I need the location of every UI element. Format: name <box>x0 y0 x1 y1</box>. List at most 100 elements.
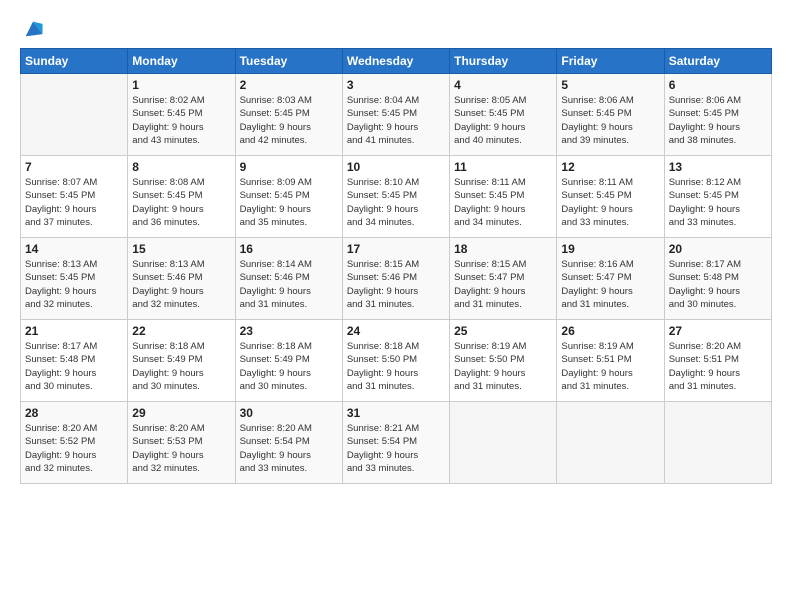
weekday-monday: Monday <box>128 49 235 74</box>
day-cell: 24 Sunrise: 8:18 AM Sunset: 5:50 PM Dayli… <box>342 320 449 402</box>
logo-icon <box>22 18 44 40</box>
day-number: 6 <box>669 78 767 92</box>
day-cell: 2Sunrise: 8:03 AM Sunset: 5:45 PM Daylig… <box>235 74 342 156</box>
week-row-2: 14 Sunrise: 8:13 AM Sunset: 5:45 PM Dayli… <box>21 238 772 320</box>
day-number: 18 <box>454 242 552 256</box>
day-cell: 21 Sunrise: 8:17 AM Sunset: 5:48 PM Dayli… <box>21 320 128 402</box>
week-row-1: 7Sunrise: 8:07 AM Sunset: 5:45 PM Daylig… <box>21 156 772 238</box>
page: SundayMondayTuesdayWednesdayThursdayFrid… <box>0 0 792 612</box>
day-number: 26 <box>561 324 659 338</box>
day-cell <box>664 402 771 484</box>
day-number: 24 <box>347 324 445 338</box>
day-cell: 19 Sunrise: 8:16 AM Sunset: 5:47 PM Dayli… <box>557 238 664 320</box>
day-number: 25 <box>454 324 552 338</box>
day-cell <box>557 402 664 484</box>
day-number: 13 <box>669 160 767 174</box>
weekday-saturday: Saturday <box>664 49 771 74</box>
day-info: Sunrise: 8:04 AM Sunset: 5:45 PM Dayligh… <box>347 94 445 147</box>
day-info: Sunrise: 8:02 AM Sunset: 5:45 PM Dayligh… <box>132 94 230 147</box>
day-info: Sunrise: 8:10 AM Sunset: 5:45 PM Dayligh… <box>347 176 445 229</box>
day-cell: 26Sunrise: 8:19 AM Sunset: 5:51 PM Dayli… <box>557 320 664 402</box>
day-info: Sunrise: 8:20 AM Sunset: 5:54 PM Dayligh… <box>240 422 338 475</box>
day-number: 30 <box>240 406 338 420</box>
day-info: Sunrise: 8:08 AM Sunset: 5:45 PM Dayligh… <box>132 176 230 229</box>
logo <box>20 18 44 40</box>
day-cell: 31 Sunrise: 8:21 AM Sunset: 5:54 PM Dayli… <box>342 402 449 484</box>
day-info: Sunrise: 8:17 AM Sunset: 5:48 PM Dayligh… <box>25 340 123 393</box>
day-cell: 25 Sunrise: 8:19 AM Sunset: 5:50 PM Dayli… <box>450 320 557 402</box>
day-number: 15 <box>132 242 230 256</box>
day-number: 27 <box>669 324 767 338</box>
day-number: 11 <box>454 160 552 174</box>
day-info: Sunrise: 8:11 AM Sunset: 5:45 PM Dayligh… <box>454 176 552 229</box>
day-cell: 15Sunrise: 8:13 AM Sunset: 5:46 PM Dayli… <box>128 238 235 320</box>
day-cell: 10Sunrise: 8:10 AM Sunset: 5:45 PM Dayli… <box>342 156 449 238</box>
day-cell: 1Sunrise: 8:02 AM Sunset: 5:45 PM Daylig… <box>128 74 235 156</box>
day-number: 23 <box>240 324 338 338</box>
day-info: Sunrise: 8:20 AM Sunset: 5:52 PM Dayligh… <box>25 422 123 475</box>
day-info: Sunrise: 8:21 AM Sunset: 5:54 PM Dayligh… <box>347 422 445 475</box>
day-cell: 22Sunrise: 8:18 AM Sunset: 5:49 PM Dayli… <box>128 320 235 402</box>
day-info: Sunrise: 8:14 AM Sunset: 5:46 PM Dayligh… <box>240 258 338 311</box>
weekday-sunday: Sunday <box>21 49 128 74</box>
day-cell: 30 Sunrise: 8:20 AM Sunset: 5:54 PM Dayli… <box>235 402 342 484</box>
week-row-4: 28 Sunrise: 8:20 AM Sunset: 5:52 PM Dayli… <box>21 402 772 484</box>
day-number: 4 <box>454 78 552 92</box>
day-number: 16 <box>240 242 338 256</box>
header <box>20 18 772 40</box>
day-number: 5 <box>561 78 659 92</box>
day-number: 19 <box>561 242 659 256</box>
calendar-header: SundayMondayTuesdayWednesdayThursdayFrid… <box>21 49 772 74</box>
day-number: 20 <box>669 242 767 256</box>
day-info: Sunrise: 8:19 AM Sunset: 5:50 PM Dayligh… <box>454 340 552 393</box>
day-cell: 29 Sunrise: 8:20 AM Sunset: 5:53 PM Dayli… <box>128 402 235 484</box>
day-cell: 12Sunrise: 8:11 AM Sunset: 5:45 PM Dayli… <box>557 156 664 238</box>
day-cell: 20Sunrise: 8:17 AM Sunset: 5:48 PM Dayli… <box>664 238 771 320</box>
weekday-friday: Friday <box>557 49 664 74</box>
day-cell: 3 Sunrise: 8:04 AM Sunset: 5:45 PM Daylig… <box>342 74 449 156</box>
week-row-0: 1Sunrise: 8:02 AM Sunset: 5:45 PM Daylig… <box>21 74 772 156</box>
day-cell: 16 Sunrise: 8:14 AM Sunset: 5:46 PM Dayli… <box>235 238 342 320</box>
day-cell <box>450 402 557 484</box>
day-number: 21 <box>25 324 123 338</box>
day-info: Sunrise: 8:06 AM Sunset: 5:45 PM Dayligh… <box>561 94 659 147</box>
day-number: 17 <box>347 242 445 256</box>
day-info: Sunrise: 8:03 AM Sunset: 5:45 PM Dayligh… <box>240 94 338 147</box>
day-number: 8 <box>132 160 230 174</box>
weekday-thursday: Thursday <box>450 49 557 74</box>
day-cell: 23 Sunrise: 8:18 AM Sunset: 5:49 PM Dayli… <box>235 320 342 402</box>
day-info: Sunrise: 8:20 AM Sunset: 5:51 PM Dayligh… <box>669 340 767 393</box>
day-number: 31 <box>347 406 445 420</box>
day-cell: 18 Sunrise: 8:15 AM Sunset: 5:47 PM Dayli… <box>450 238 557 320</box>
day-info: Sunrise: 8:16 AM Sunset: 5:47 PM Dayligh… <box>561 258 659 311</box>
day-number: 3 <box>347 78 445 92</box>
week-row-3: 21 Sunrise: 8:17 AM Sunset: 5:48 PM Dayli… <box>21 320 772 402</box>
day-info: Sunrise: 8:20 AM Sunset: 5:53 PM Dayligh… <box>132 422 230 475</box>
day-cell: 17Sunrise: 8:15 AM Sunset: 5:46 PM Dayli… <box>342 238 449 320</box>
day-info: Sunrise: 8:06 AM Sunset: 5:45 PM Dayligh… <box>669 94 767 147</box>
day-info: Sunrise: 8:15 AM Sunset: 5:47 PM Dayligh… <box>454 258 552 311</box>
day-info: Sunrise: 8:18 AM Sunset: 5:49 PM Dayligh… <box>240 340 338 393</box>
day-info: Sunrise: 8:13 AM Sunset: 5:45 PM Dayligh… <box>25 258 123 311</box>
day-info: Sunrise: 8:05 AM Sunset: 5:45 PM Dayligh… <box>454 94 552 147</box>
day-cell: 6 Sunrise: 8:06 AM Sunset: 5:45 PM Daylig… <box>664 74 771 156</box>
day-number: 22 <box>132 324 230 338</box>
day-cell: 27 Sunrise: 8:20 AM Sunset: 5:51 PM Dayli… <box>664 320 771 402</box>
weekday-wednesday: Wednesday <box>342 49 449 74</box>
weekday-tuesday: Tuesday <box>235 49 342 74</box>
day-number: 9 <box>240 160 338 174</box>
day-info: Sunrise: 8:18 AM Sunset: 5:50 PM Dayligh… <box>347 340 445 393</box>
day-info: Sunrise: 8:11 AM Sunset: 5:45 PM Dayligh… <box>561 176 659 229</box>
day-info: Sunrise: 8:09 AM Sunset: 5:45 PM Dayligh… <box>240 176 338 229</box>
day-cell <box>21 74 128 156</box>
day-number: 29 <box>132 406 230 420</box>
day-cell: 7Sunrise: 8:07 AM Sunset: 5:45 PM Daylig… <box>21 156 128 238</box>
day-number: 14 <box>25 242 123 256</box>
calendar-body: 1Sunrise: 8:02 AM Sunset: 5:45 PM Daylig… <box>21 74 772 484</box>
day-cell: 9 Sunrise: 8:09 AM Sunset: 5:45 PM Daylig… <box>235 156 342 238</box>
day-number: 28 <box>25 406 123 420</box>
day-cell: 5 Sunrise: 8:06 AM Sunset: 5:45 PM Daylig… <box>557 74 664 156</box>
day-cell: 28 Sunrise: 8:20 AM Sunset: 5:52 PM Dayli… <box>21 402 128 484</box>
day-cell: 13Sunrise: 8:12 AM Sunset: 5:45 PM Dayli… <box>664 156 771 238</box>
day-cell: 8 Sunrise: 8:08 AM Sunset: 5:45 PM Daylig… <box>128 156 235 238</box>
